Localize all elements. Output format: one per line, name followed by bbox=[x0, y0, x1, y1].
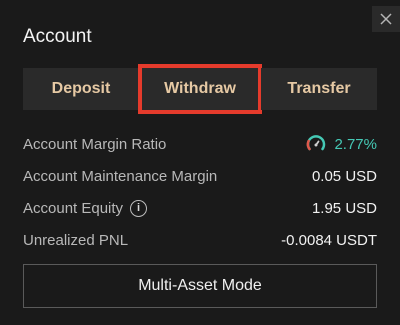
row-unrealized-pnl: Unrealized PNL -0.0084 USDT bbox=[23, 224, 377, 256]
info-icon[interactable]: i bbox=[130, 199, 148, 217]
row-account-equity: Account Equity i 1.95 USD bbox=[23, 192, 377, 224]
maintenance-margin-label: Account Maintenance Margin bbox=[23, 167, 218, 185]
tab-withdraw[interactable]: Withdraw bbox=[138, 64, 262, 114]
gauge-icon bbox=[307, 135, 326, 151]
tab-deposit[interactable]: Deposit bbox=[23, 68, 139, 110]
unrealized-pnl-value: -0.0084 USDT bbox=[281, 231, 377, 249]
tab-bar: Deposit Withdraw Transfer bbox=[23, 64, 377, 114]
account-equity-value: 1.95 USD bbox=[311, 199, 377, 217]
account-details: Account Margin Ratio 2.77% Account Maint… bbox=[23, 128, 377, 256]
unrealized-pnl-label: Unrealized PNL bbox=[23, 231, 129, 249]
row-maintenance-margin: Account Maintenance Margin 0.05 USD bbox=[23, 160, 377, 192]
account-equity-label: Account Equity bbox=[23, 199, 124, 217]
panel-title: Account bbox=[23, 26, 92, 47]
margin-ratio-value: 2.77% bbox=[334, 135, 377, 153]
multi-asset-mode-button[interactable]: Multi-Asset Mode bbox=[23, 264, 377, 308]
close-icon bbox=[380, 13, 392, 25]
close-button[interactable] bbox=[372, 6, 400, 32]
row-margin-ratio: Account Margin Ratio 2.77% bbox=[23, 128, 377, 160]
tab-transfer[interactable]: Transfer bbox=[261, 68, 377, 110]
account-panel: Account Deposit Withdraw Transfer Accoun… bbox=[0, 0, 400, 325]
margin-ratio-label: Account Margin Ratio bbox=[23, 135, 167, 153]
maintenance-margin-value: 0.05 USD bbox=[311, 167, 377, 185]
